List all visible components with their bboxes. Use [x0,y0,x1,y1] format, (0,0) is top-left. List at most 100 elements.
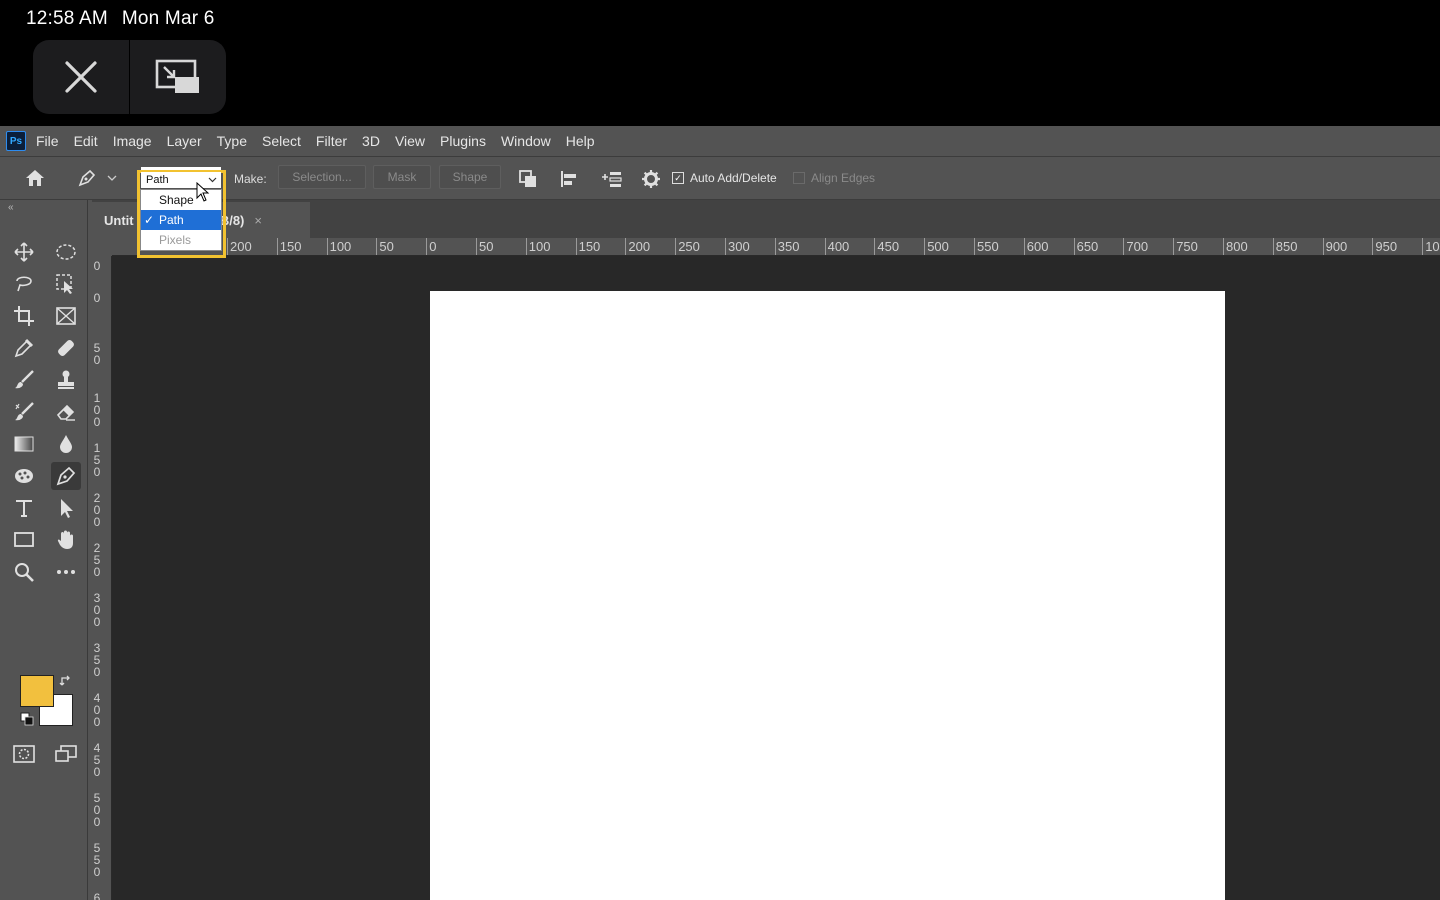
ruler-top-label: 500 [927,239,949,254]
align-edges-checkbox[interactable]: Align Edges [793,171,875,185]
marquee-icon [56,244,76,260]
menu-help[interactable]: Help [566,133,595,149]
home-button[interactable] [22,167,48,189]
app-logo: Ps [6,131,26,151]
mode-option-path[interactable]: ✓ Path [141,210,221,230]
checkbox-checked-icon: ✓ [672,172,684,184]
ruler-left-label: 50 [93,341,101,367]
dodge-tool[interactable] [9,462,39,490]
ruler-tick [1422,238,1424,255]
make-selection-button[interactable]: Selection... [278,165,366,189]
hand-tool[interactable] [51,526,81,554]
screen-mode-button[interactable] [51,740,81,768]
close-icon [65,61,97,93]
ruler-tick [974,238,975,255]
blur-tool[interactable] [51,430,81,458]
path-select-icon [61,499,73,518]
menu-window[interactable]: Window [501,133,551,149]
auto-add-delete-checkbox[interactable]: ✓ Auto Add/Delete [672,171,777,185]
make-shape-button[interactable]: Shape [439,165,501,189]
date: Mon Mar 6 [121,8,215,29]
history-brush-tool[interactable] [9,398,39,426]
home-icon [26,170,44,186]
pen-tool[interactable] [51,462,81,490]
path-alignment-button[interactable] [557,167,581,191]
rectangle-tool[interactable] [9,526,39,554]
quick-mask-icon [13,745,35,763]
tool-preset-picker[interactable] [74,167,100,189]
crop-tool[interactable] [9,302,39,330]
brush-tool[interactable] [9,366,39,394]
make-mask-button[interactable]: Mask [373,165,431,189]
healing-icon [58,340,74,356]
zoom-tool[interactable] [9,558,39,586]
ruler-top-label: 800 [1226,239,1248,254]
gradient-tool[interactable] [9,430,39,458]
close-button[interactable] [33,40,129,114]
ruler-top-label: 150 [279,239,302,254]
ruler-left-label: 6 [93,891,101,900]
settings-button[interactable] [639,167,663,191]
swap-colors-button[interactable] [59,674,73,693]
exit-pip-button[interactable] [129,40,226,114]
ruler-left-label: 350 [93,641,101,679]
path-select-tool[interactable] [51,494,81,522]
ruler-top-label: 700 [1126,239,1149,254]
ruler-origin[interactable] [88,238,112,256]
close-tab-icon[interactable]: × [254,213,262,228]
vertical-ruler[interactable]: 0 0 50 100 150 200 250 300 350 400 450 500 550 6 [88,256,112,900]
hand-icon [57,530,73,549]
eraser-tool[interactable] [51,398,81,426]
mode-select-open-value: Path [146,174,169,186]
foreground-color-swatch[interactable] [20,675,54,707]
ruler-tick [1272,238,1274,255]
menu-edit[interactable]: Edit [74,133,98,149]
move-tool[interactable] [9,238,39,266]
ruler-top-label: 100 [528,239,551,254]
move-icon [14,242,34,262]
marquee-tool[interactable] [51,238,81,266]
ruler-left-label: 0 [93,291,101,305]
menu-3d[interactable]: 3D [362,133,380,149]
menu-image[interactable]: Image [113,133,152,149]
align-edges-label: Align Edges [811,171,876,185]
tools-panel: « [0,200,88,900]
gear-icon [642,170,660,188]
menu-view[interactable]: View [395,133,425,149]
more-tools[interactable] [51,558,81,586]
default-colors-button[interactable] [20,712,34,731]
ruler-top-label: 300 [728,239,750,254]
horizontal-ruler[interactable]: 200 150 100 50 0 50 100 150 200 250 300 350 400 450 50… [112,238,1440,256]
type-tool[interactable] [9,494,39,522]
ruler-top-label: 150 [578,239,601,254]
menu-plugins[interactable]: Plugins [440,133,486,149]
preset-chevron[interactable] [106,171,118,185]
gradient-icon [14,436,34,452]
quick-mask-button[interactable] [9,740,39,768]
default-colors-icon [20,712,34,726]
healing-tool[interactable] [51,334,81,362]
menu-file[interactable]: File [36,133,59,149]
path-arrangement-button[interactable] [598,167,624,191]
document-canvas[interactable] [430,291,1225,900]
menu-select[interactable]: Select [262,133,301,149]
menu-type[interactable]: Type [217,133,247,149]
canvas-workspace[interactable] [112,256,1440,900]
eyedropper-tool[interactable] [9,334,39,362]
ruler-left-label: 200 [93,491,101,529]
ruler-left-label: 550 [93,841,101,879]
stamp-tool[interactable] [51,366,81,394]
lasso-tool[interactable] [9,270,39,298]
collapse-panel-icon[interactable]: « [8,202,14,213]
ruler-tick [824,238,826,255]
object-select-tool[interactable] [51,270,81,298]
path-operations-button[interactable] [516,167,540,191]
chevron-down-icon [107,175,117,181]
menu-filter[interactable]: Filter [316,133,347,149]
ruler-tick [426,238,428,255]
frame-tool[interactable] [51,302,81,330]
ruler-tick [326,238,328,255]
document-tab-bar: Untit (RGB/8) × [92,200,1440,238]
ruler-tick [1372,238,1374,255]
menu-layer[interactable]: Layer [167,133,202,149]
